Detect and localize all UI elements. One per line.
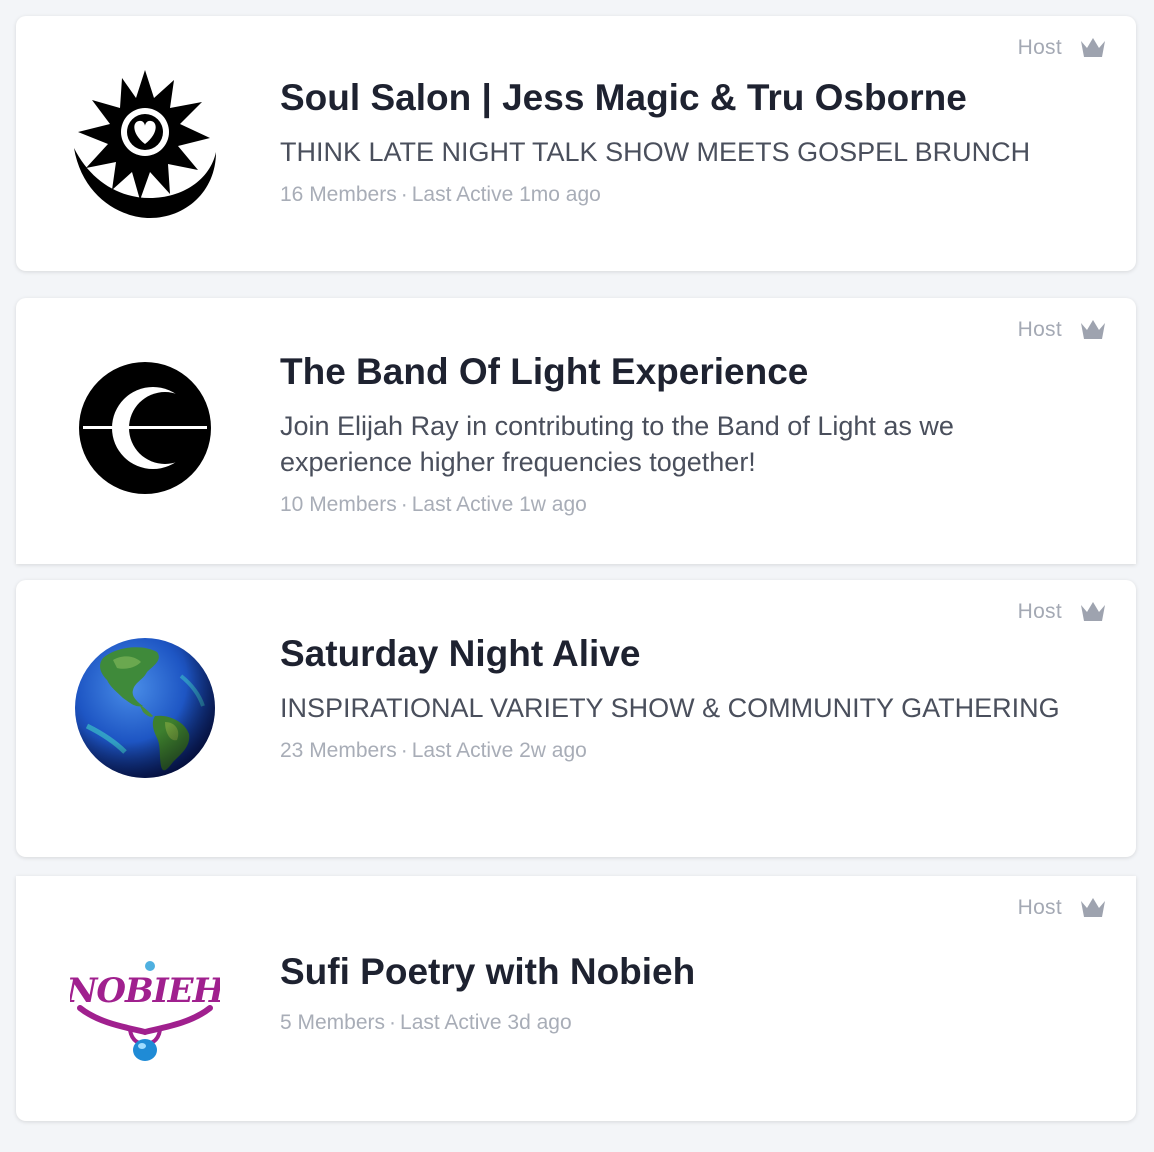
host-label: Host (1017, 896, 1062, 919)
group-card[interactable]: Host The Band Of Light Experience Join E… (16, 298, 1136, 564)
group-title[interactable]: The Band Of Light Experience (280, 350, 1076, 394)
host-indicator: Host (1018, 896, 1106, 920)
crescent-line-logo (70, 353, 220, 503)
group-info: Saturday Night Alive INSPIRATIONAL VARIE… (280, 632, 1076, 766)
last-active: Last Active 3d ago (400, 1011, 572, 1034)
sun-moon-heart-logo (70, 68, 220, 218)
crown-icon (1081, 898, 1105, 917)
host-indicator: Host (1018, 36, 1106, 60)
meta-separator: · (389, 1011, 397, 1034)
group-description: Join Elijah Ray in contributing to the B… (280, 411, 954, 477)
group-info: The Band Of Light Experience Join Elijah… (280, 350, 1076, 520)
meta-separator: · (400, 493, 408, 516)
meta-separator: · (400, 183, 408, 206)
group-description: INSPIRATIONAL VARIETY SHOW & COMMUNITY G… (280, 693, 1060, 723)
group-title[interactable]: Sufi Poetry with Nobieh (280, 950, 1076, 994)
group-title[interactable]: Soul Salon | Jess Magic & Tru Osborne (280, 76, 1076, 120)
group-meta: 10 Members · Last Active 1w ago (280, 490, 1076, 520)
host-indicator: Host (1018, 318, 1106, 342)
group-meta: 5 Members · Last Active 3d ago (280, 1008, 1076, 1038)
group-meta: 23 Members · Last Active 2w ago (280, 736, 1076, 766)
crown-icon (1081, 320, 1105, 339)
last-active: Last Active 2w ago (411, 739, 587, 762)
group-card[interactable]: Host NOBIEH Sufi Poetry with Nobieh 5 Me… (16, 876, 1136, 1121)
crown-icon (1081, 38, 1105, 57)
last-active: Last Active 1mo ago (411, 183, 601, 206)
group-meta: 16 Members · Last Active 1mo ago (280, 180, 1076, 210)
group-info: Soul Salon | Jess Magic & Tru Osborne TH… (280, 76, 1076, 210)
group-card[interactable]: Host Saturday Night Alive INSPIRATIONAL … (16, 580, 1136, 857)
member-count: 23 Members (280, 739, 397, 762)
group-card[interactable]: Host Soul Salon | Jess Magic & Tru Osbor… (16, 16, 1136, 271)
svg-text:NOBIEH: NOBIEH (70, 971, 220, 1011)
host-label: Host (1017, 600, 1062, 623)
group-title[interactable]: Saturday Night Alive (280, 632, 1076, 676)
group-info: Sufi Poetry with Nobieh 5 Members · Last A… (280, 950, 1076, 1038)
host-label: Host (1017, 36, 1062, 59)
member-count: 10 Members (280, 493, 397, 516)
member-count: 16 Members (280, 183, 397, 206)
meta-separator: · (400, 739, 408, 762)
nobieh-logo: NOBIEH (70, 938, 220, 1088)
group-description: THINK LATE NIGHT TALK SHOW MEETS GOSPEL … (280, 137, 1031, 167)
last-active: Last Active 1w ago (411, 493, 587, 516)
host-indicator: Host (1018, 600, 1106, 624)
host-label: Host (1017, 318, 1062, 341)
earth-globe-logo (70, 633, 220, 783)
member-count: 5 Members (280, 1011, 386, 1034)
crown-icon (1081, 602, 1105, 621)
